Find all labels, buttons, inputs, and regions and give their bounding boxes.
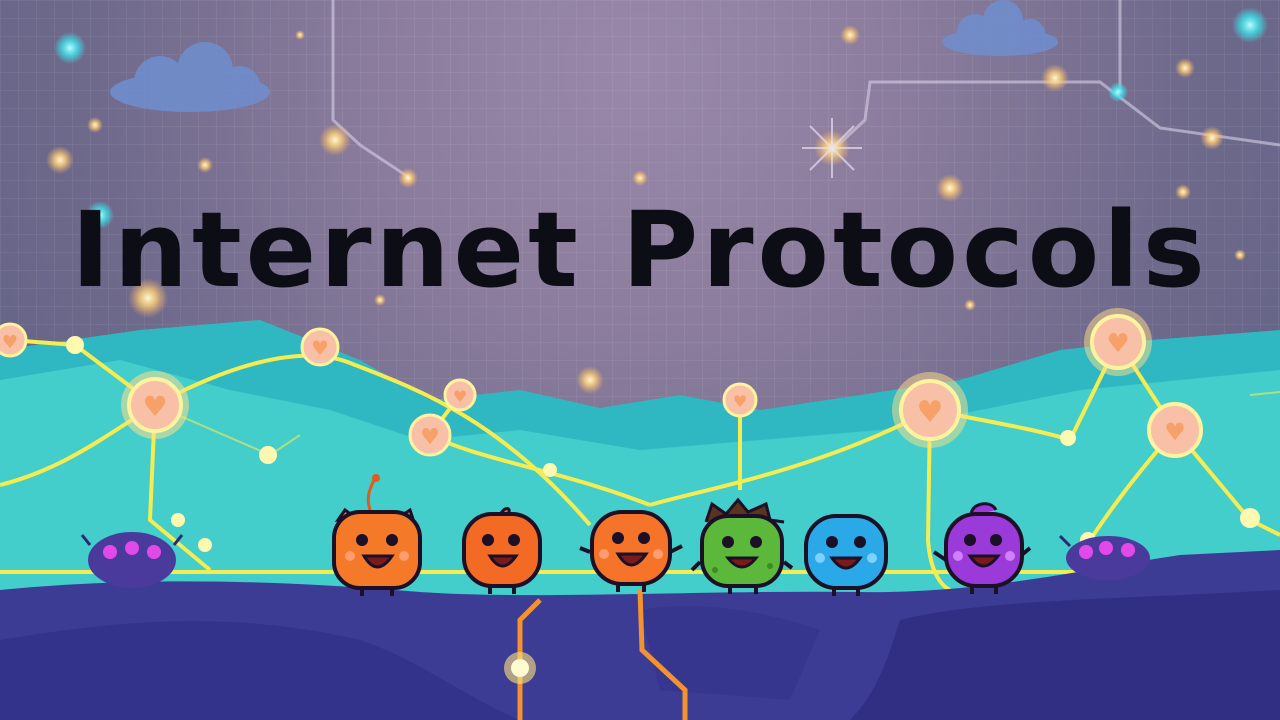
purple-character [932,502,1032,594]
orange-sprout-character [462,507,542,594]
blue-character [804,514,888,596]
orange-cat-character [332,474,422,596]
green-spiky-character [690,497,794,594]
page-title: Internet Protocols [71,189,1209,311]
internet-protocols-scene: ♥ ♥ ♥ ♥ ♥ ♥ ♥ ♥ ♥ Internet Protocols [0,0,1280,720]
orange-round-character [579,510,683,592]
characters-layer [332,474,1032,596]
